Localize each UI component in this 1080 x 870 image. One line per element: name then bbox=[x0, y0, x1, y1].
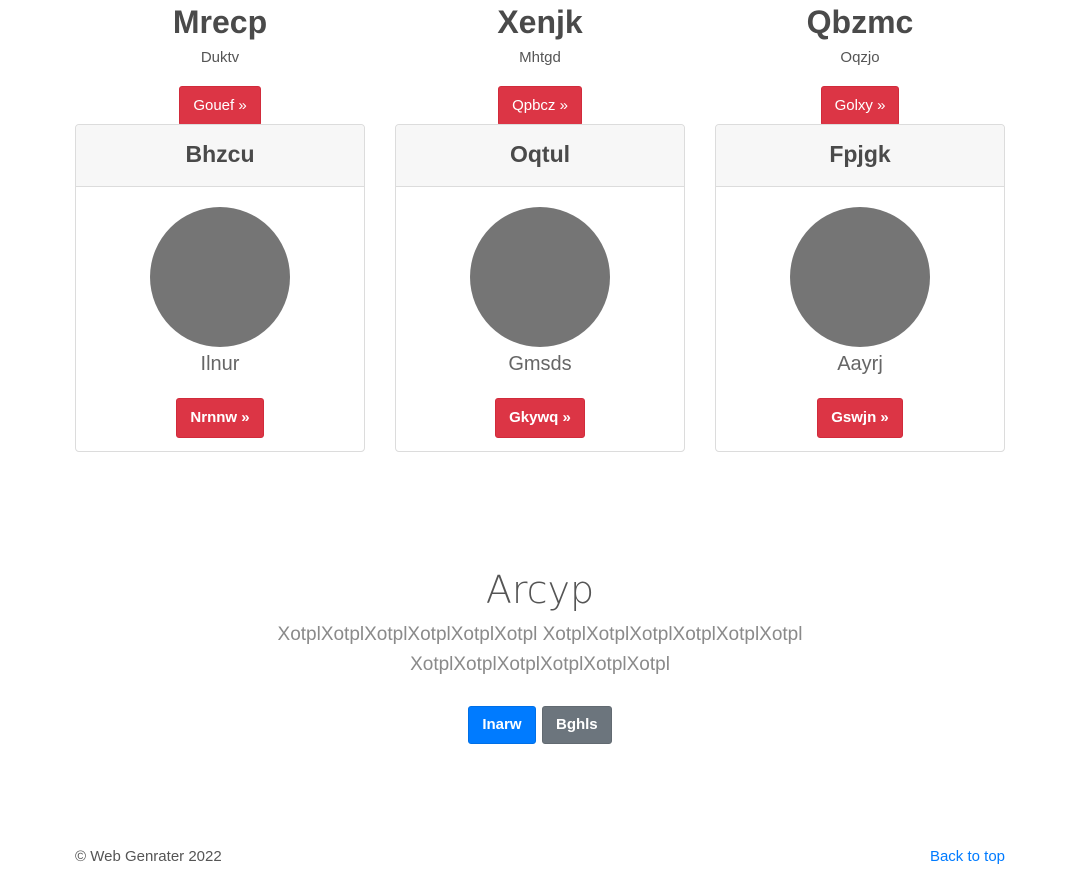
primary-button[interactable]: Inarw bbox=[468, 706, 536, 744]
secondary-button[interactable]: Bghls bbox=[541, 706, 612, 744]
card-button[interactable]: Nrnnw » bbox=[176, 398, 264, 438]
feature-column: Xenjk Mhtgd Qpbcz » bbox=[395, 0, 685, 126]
feature-button[interactable]: Qpbcz » bbox=[498, 86, 582, 126]
card-name: Gmsds bbox=[508, 353, 572, 375]
hero-text: XotplXotplXotplXotplXotplXotpl XotplXotp… bbox=[277, 624, 803, 675]
feature-column: Qbzmc Oqzjo Golxy » bbox=[715, 0, 1005, 126]
feature-title: Mrecp bbox=[172, 4, 268, 40]
feature-subtitle: Oqzjo bbox=[840, 49, 880, 66]
avatar bbox=[470, 207, 610, 347]
profile-card: Bhzcu Ilnur Nrnnw » bbox=[75, 124, 365, 452]
feature-button[interactable]: Gouef » bbox=[179, 86, 261, 126]
profile-cards: Bhzcu Ilnur Nrnnw » Oqtul Gmsds Gkywq » … bbox=[75, 124, 1005, 452]
feature-button[interactable]: Golxy » bbox=[820, 86, 900, 126]
feature-title: Xenjk bbox=[497, 4, 583, 40]
profile-card: Oqtul Gmsds Gkywq » bbox=[395, 124, 685, 452]
card-button[interactable]: Gkywq » bbox=[495, 398, 585, 438]
footer-copyright: © Web Genrater 2022 bbox=[75, 848, 222, 865]
card-header: Oqtul bbox=[396, 125, 684, 187]
hero-title: Arcyp bbox=[485, 568, 595, 612]
avatar bbox=[790, 207, 930, 347]
hero-section: Arcyp XotplXotplXotplXotplXotplXotpl Xot… bbox=[0, 565, 1080, 744]
avatar bbox=[150, 207, 290, 347]
back-to-top-link[interactable]: Back to top bbox=[930, 848, 1005, 865]
card-name: Ilnur bbox=[200, 353, 240, 375]
hero-buttons: Inarw Bghls bbox=[0, 706, 1080, 744]
feature-column: Mrecp Duktv Gouef » bbox=[75, 0, 365, 126]
feature-title: Qbzmc bbox=[806, 4, 914, 40]
card-header: Bhzcu bbox=[76, 125, 364, 187]
feature-columns: Mrecp Duktv Gouef » Xenjk Mhtgd Qpbcz » … bbox=[75, 0, 1005, 126]
profile-card: Fpjgk Aayrj Gswjn » bbox=[715, 124, 1005, 452]
feature-subtitle: Duktv bbox=[200, 49, 240, 66]
feature-subtitle: Mhtgd bbox=[519, 49, 561, 66]
card-header: Fpjgk bbox=[716, 125, 1004, 187]
card-name: Aayrj bbox=[837, 353, 883, 375]
card-button[interactable]: Gswjn » bbox=[817, 398, 903, 438]
